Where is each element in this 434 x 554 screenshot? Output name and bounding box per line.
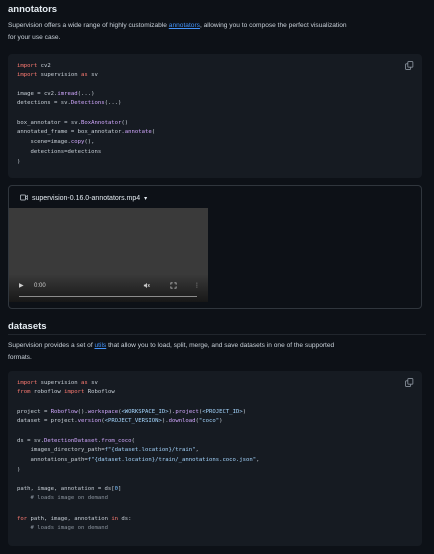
annotators-code-block: import cv2 import supervision as sv imag… [8, 54, 422, 178]
intro-text-line2: formats. [8, 354, 32, 361]
video-progress-bar[interactable] [19, 295, 197, 297]
copy-icon[interactable] [405, 61, 414, 70]
video-filename: supervision-0.16.0-annotators.mp4 [32, 195, 141, 202]
annotators-link[interactable]: annotators [169, 22, 200, 29]
more-icon[interactable]: ⋮ [194, 282, 200, 289]
intro-text-rest: , allowing you to compose the perfect vi… [199, 22, 347, 29]
annotators-intro: Supervision offers a wide range of highl… [8, 20, 418, 44]
intro-text: Supervision offers a wide range of highl… [8, 22, 169, 29]
video-controls: ▶ 0:00 ⋮ [9, 274, 208, 302]
video-time: 0:00 [34, 283, 46, 289]
video-title[interactable]: supervision-0.16.0-annotators.mp4 ▾ [20, 194, 147, 203]
intro-text-line2: for your use case. [8, 34, 61, 41]
datasets-code-block: import supervision as sv from roboflow i… [8, 371, 422, 546]
copy-icon[interactable] [405, 378, 414, 387]
play-icon[interactable]: ▶ [19, 282, 24, 289]
caret-down-icon[interactable]: ▾ [144, 195, 147, 202]
utils-link[interactable]: utils [95, 342, 107, 349]
video-icon [20, 194, 28, 203]
heading-divider [8, 334, 426, 335]
video-player[interactable]: ▶ 0:00 ⋮ [9, 208, 208, 302]
intro-text-rest: that allow you to load, split, merge, an… [106, 342, 335, 349]
video-attachment: supervision-0.16.0-annotators.mp4 ▾ ▶ 0:… [8, 185, 422, 309]
annotators-heading: annotators [8, 4, 58, 15]
datasets-intro: Supervision provides a set of utils that… [8, 340, 418, 364]
datasets-heading: datasets [8, 321, 47, 332]
intro-text: Supervision provides a set of [8, 342, 95, 349]
mute-icon[interactable] [143, 282, 150, 291]
fullscreen-icon[interactable] [170, 282, 177, 291]
